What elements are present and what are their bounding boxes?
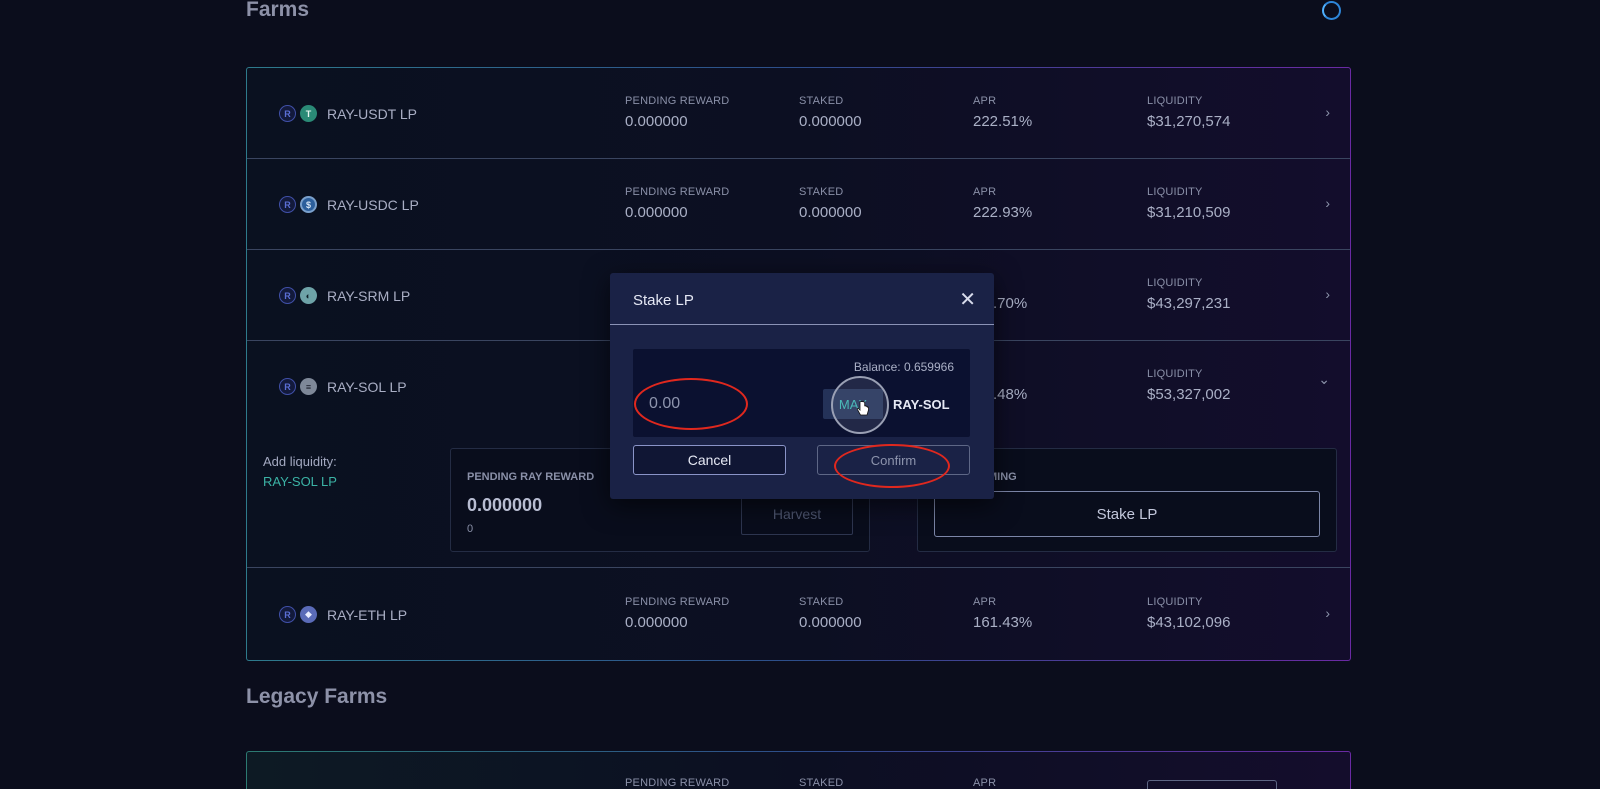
farm-name: RAY-USDT LP [327,105,417,122]
eth-coin-icon: ◆ [300,606,317,623]
pending-reward-stat: PENDING REWARD 0.000000 [625,95,730,130]
farm-row-ray-eth[interactable]: R ◆ RAY-ETH LP PENDING REWARD 0.000000 S… [247,569,1350,660]
hand-cursor-icon [856,401,869,416]
ray-coin-icon: R [279,287,296,304]
farm-row-ray-usdc[interactable]: R $ RAY-USDC LP PENDING REWARD 0.000000 … [247,159,1350,250]
staked-stat: STAKED 0.000000 [799,95,862,130]
lp-token-symbol: RAY-SOL [893,397,950,412]
farm-name: RAY-USDC LP [327,196,419,213]
add-liquidity-label: Add liquidity: [263,454,337,469]
staked-stat: STAKED 0.000000 [799,596,862,631]
sol-coin-icon: ≡ [300,378,317,395]
legacy-action-button[interactable] [1147,780,1277,789]
add-liquidity-link[interactable]: RAY-SOL LP [263,474,337,489]
modal-title: Stake LP [633,292,694,309]
liquidity-stat: LIQUIDITY $43,102,096 [1147,596,1231,631]
chevron-right-icon[interactable]: › [1325,286,1330,302]
usdt-coin-icon: T [300,105,317,122]
annotation-ellipse-confirm [834,444,950,488]
apr-stat: APR 161.43% [973,596,1033,631]
farm-name: RAY-SOL LP [327,378,407,395]
modal-divider [610,324,994,325]
pending-ray-value: 0.000000 [467,495,543,515]
farm-name: RAY-ETH LP [327,606,408,623]
legacy-farms-table: PENDING REWARD STAKED APR [246,751,1351,789]
close-icon[interactable]: ✕ [959,287,976,312]
liquidity-stat: LIQUIDITY $31,270,574 [1147,95,1231,130]
pending-reward-stat: PENDING REWARD 0.000000 [625,596,730,631]
liquidity-stat: LIQUIDITY $53,327,002 [1147,368,1231,403]
apr-stat: APR 222.51% [973,95,1033,130]
liquidity-stat: LIQUIDITY $43,297,231 [1147,277,1231,312]
harvest-button[interactable]: Harvest [741,493,853,535]
usdc-coin-icon: $ [300,196,317,213]
annotation-ellipse-amount [634,378,748,430]
ray-coin-icon: R [279,105,296,122]
liquidity-stat: LIQUIDITY $31,210,509 [1147,186,1231,221]
page-title: Farms [246,0,310,21]
apr-stat: .48% [993,386,1028,403]
apr-stat: .70% [993,295,1028,312]
chevron-right-icon[interactable]: › [1325,605,1330,621]
ray-coin-icon: R [279,378,296,395]
pending-reward-stat: PENDING REWARD 0.000000 [625,186,730,221]
chevron-down-icon[interactable]: ⌄ [1318,371,1330,388]
balance-text: Balance: 0.659966 [853,360,954,374]
chevron-right-icon[interactable]: › [1325,104,1330,120]
chevron-right-icon[interactable]: › [1325,195,1330,211]
ray-coin-icon: R [279,606,296,623]
staked-stat: STAKED 0.000000 [799,186,862,221]
cancel-button[interactable]: Cancel [633,445,786,475]
srm-coin-icon: ◐ [300,287,317,304]
legacy-farms-title: Legacy Farms [246,685,388,708]
farm-row-ray-usdt[interactable]: R T RAY-USDT LP PENDING REWARD 0.000000 … [247,68,1350,159]
ray-coin-icon: R [279,196,296,213]
loading-spinner-icon [1322,1,1341,20]
apr-stat: APR 222.93% [973,186,1033,221]
farm-name: RAY-SRM LP [327,287,411,304]
